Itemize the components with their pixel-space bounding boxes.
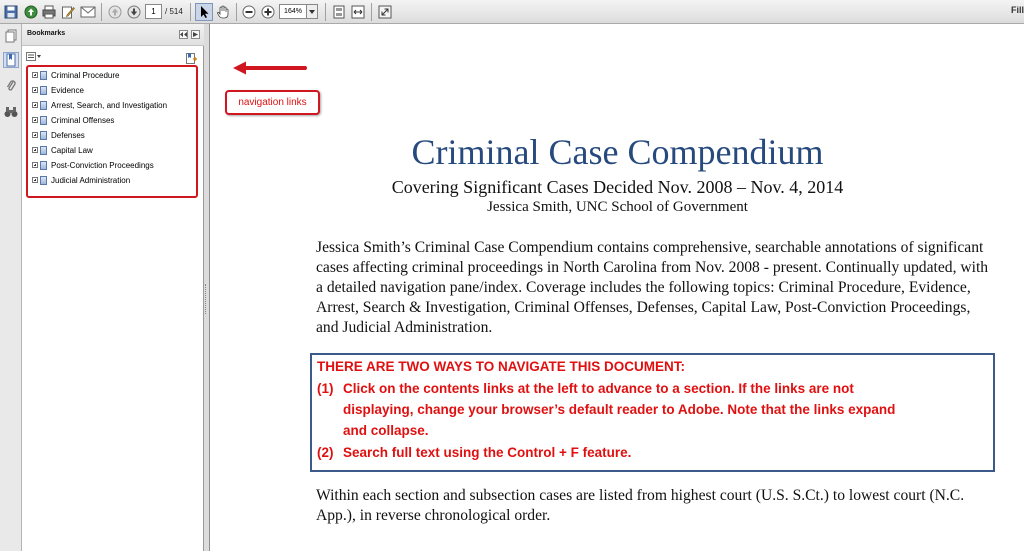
toolbar-separator bbox=[190, 3, 191, 21]
toolbar-separator bbox=[101, 3, 102, 21]
zoom-out-icon[interactable] bbox=[241, 3, 257, 21]
toolbar-separator bbox=[371, 3, 372, 21]
options-list-icon bbox=[26, 51, 41, 61]
expand-plus-icon[interactable] bbox=[32, 102, 38, 108]
expand-plus-icon[interactable] bbox=[32, 147, 38, 153]
fit-page-icon[interactable] bbox=[331, 3, 347, 21]
hand-tool-icon[interactable] bbox=[215, 3, 231, 21]
intro-paragraph: Jessica Smith’s Criminal Case Compendium… bbox=[316, 239, 989, 336]
callout-text: navigation links bbox=[238, 97, 307, 108]
bookmarks-panel: Bookmarks Criminal Procedure Evidence Ar… bbox=[22, 24, 204, 551]
toolbar: 1 / 514 164% Fill bbox=[0, 0, 1024, 24]
expand-plus-icon[interactable] bbox=[32, 132, 38, 138]
pdf-viewer-window: 1 / 514 164% Fill Bookmarks Criminal Pro… bbox=[0, 0, 1024, 551]
bookmark-item[interactable]: Arrest, Search, and Investigation bbox=[32, 99, 167, 111]
bookmarks-tree: Criminal Procedure Evidence Arrest, Sear… bbox=[26, 65, 198, 198]
attachments-icon[interactable] bbox=[3, 78, 19, 94]
bookmark-label: Arrest, Search, and Investigation bbox=[51, 100, 168, 110]
bookmark-icon bbox=[40, 115, 47, 125]
chevron-down-icon bbox=[309, 9, 315, 14]
collapse-panel-button[interactable] bbox=[179, 30, 188, 39]
fill-sign-label[interactable]: Fill bbox=[1011, 5, 1024, 15]
chevron-right-icon bbox=[193, 32, 198, 37]
bookmark-icon bbox=[40, 175, 47, 185]
bookmarks-toolbar bbox=[22, 46, 204, 64]
full-screen-icon[interactable] bbox=[377, 3, 393, 21]
document-subtitle: Covering Significant Cases Decided Nov. … bbox=[391, 177, 844, 197]
expand-plus-icon[interactable] bbox=[32, 72, 38, 78]
bookmark-item[interactable]: Judicial Administration bbox=[32, 174, 130, 186]
zoom-dropdown-button[interactable] bbox=[307, 4, 318, 19]
bookmark-label: Capital Law bbox=[51, 145, 93, 155]
panel-splitter[interactable] bbox=[204, 24, 210, 551]
expand-plus-icon[interactable] bbox=[32, 117, 38, 123]
search-binoculars-icon[interactable] bbox=[3, 104, 19, 120]
document-author: Jessica Smith, UNC School of Government bbox=[487, 199, 748, 215]
pages-panel-icon[interactable] bbox=[3, 28, 19, 44]
bookmark-icon bbox=[40, 100, 47, 110]
bookmark-item[interactable]: Evidence bbox=[32, 84, 84, 96]
bookmark-item[interactable]: Defenses bbox=[32, 129, 85, 141]
bookmark-label: Defenses bbox=[51, 130, 85, 140]
bookmarks-panel-header: Bookmarks bbox=[22, 24, 204, 46]
bookmark-icon bbox=[40, 160, 47, 170]
document-page: navigation links Criminal Case Compendiu… bbox=[211, 24, 1024, 551]
page-number-input[interactable]: 1 bbox=[145, 4, 162, 19]
toolbar-separator bbox=[236, 3, 237, 21]
print-icon[interactable] bbox=[41, 3, 57, 21]
notice-item-number: (1) bbox=[317, 381, 334, 396]
navigation-rail bbox=[0, 24, 22, 551]
expand-plus-icon[interactable] bbox=[32, 177, 38, 183]
splitter-grip[interactable] bbox=[205, 284, 208, 314]
document-title: Criminal Case Compendium bbox=[411, 132, 824, 172]
new-bookmark-button[interactable] bbox=[186, 51, 198, 64]
new-bookmark-icon bbox=[186, 53, 197, 64]
notice-item-text: Click on the contents links at the left … bbox=[343, 381, 854, 396]
mail-icon[interactable] bbox=[79, 3, 97, 21]
bookmark-item[interactable]: Post-Conviction Proceedings bbox=[32, 159, 154, 171]
bookmark-item[interactable]: Capital Law bbox=[32, 144, 93, 156]
notice-heading: THERE ARE TWO WAYS TO NAVIGATE THIS DOCU… bbox=[317, 359, 686, 374]
notice-item-text: Search full text using the Control + F f… bbox=[343, 445, 632, 460]
options-menu-button[interactable] bbox=[26, 51, 42, 61]
previous-page-icon[interactable] bbox=[107, 3, 123, 21]
bookmark-icon bbox=[40, 85, 47, 95]
expand-panel-button[interactable] bbox=[191, 30, 200, 39]
save-icon[interactable] bbox=[3, 3, 19, 21]
bookmarks-panel-title: Bookmarks bbox=[27, 30, 66, 37]
toolbar-separator bbox=[325, 3, 326, 21]
bookmark-icon bbox=[40, 130, 47, 140]
next-page-icon[interactable] bbox=[126, 3, 142, 21]
closing-paragraph: Within each section and subsection cases… bbox=[316, 487, 965, 524]
notice-item-text: displaying, change your browser’s defaul… bbox=[343, 402, 896, 417]
expand-plus-icon[interactable] bbox=[32, 87, 38, 93]
bookmark-icon bbox=[40, 145, 47, 155]
page-total: / 514 bbox=[165, 7, 183, 16]
bookmark-label: Criminal Offenses bbox=[51, 115, 115, 125]
zoom-level-input[interactable]: 164% bbox=[279, 4, 307, 19]
bookmark-icon bbox=[40, 70, 47, 80]
red-arrow-left-icon bbox=[233, 61, 307, 75]
bookmark-item[interactable]: Criminal Procedure bbox=[32, 69, 119, 81]
notice-item-number: (2) bbox=[317, 445, 334, 460]
navigation-notice-box: THERE ARE TWO WAYS TO NAVIGATE THIS DOCU… bbox=[310, 353, 995, 472]
bookmark-label: Evidence bbox=[51, 85, 84, 95]
cloud-upload-icon[interactable] bbox=[22, 3, 40, 21]
bookmark-label: Post-Conviction Proceedings bbox=[51, 160, 154, 170]
bookmarks-panel-icon[interactable] bbox=[3, 52, 19, 68]
bookmark-item[interactable]: Criminal Offenses bbox=[32, 114, 114, 126]
navigation-links-callout: navigation links bbox=[225, 90, 320, 115]
double-chevron-left-icon bbox=[180, 32, 187, 37]
notice-item-text: and collapse. bbox=[343, 423, 429, 438]
bookmark-label: Judicial Administration bbox=[51, 175, 131, 185]
fit-width-icon[interactable] bbox=[350, 3, 366, 21]
select-tool-icon[interactable] bbox=[195, 3, 213, 21]
zoom-in-icon[interactable] bbox=[260, 3, 276, 21]
bookmark-label: Criminal Procedure bbox=[51, 70, 120, 80]
edit-icon[interactable] bbox=[60, 3, 76, 21]
expand-plus-icon[interactable] bbox=[32, 162, 38, 168]
